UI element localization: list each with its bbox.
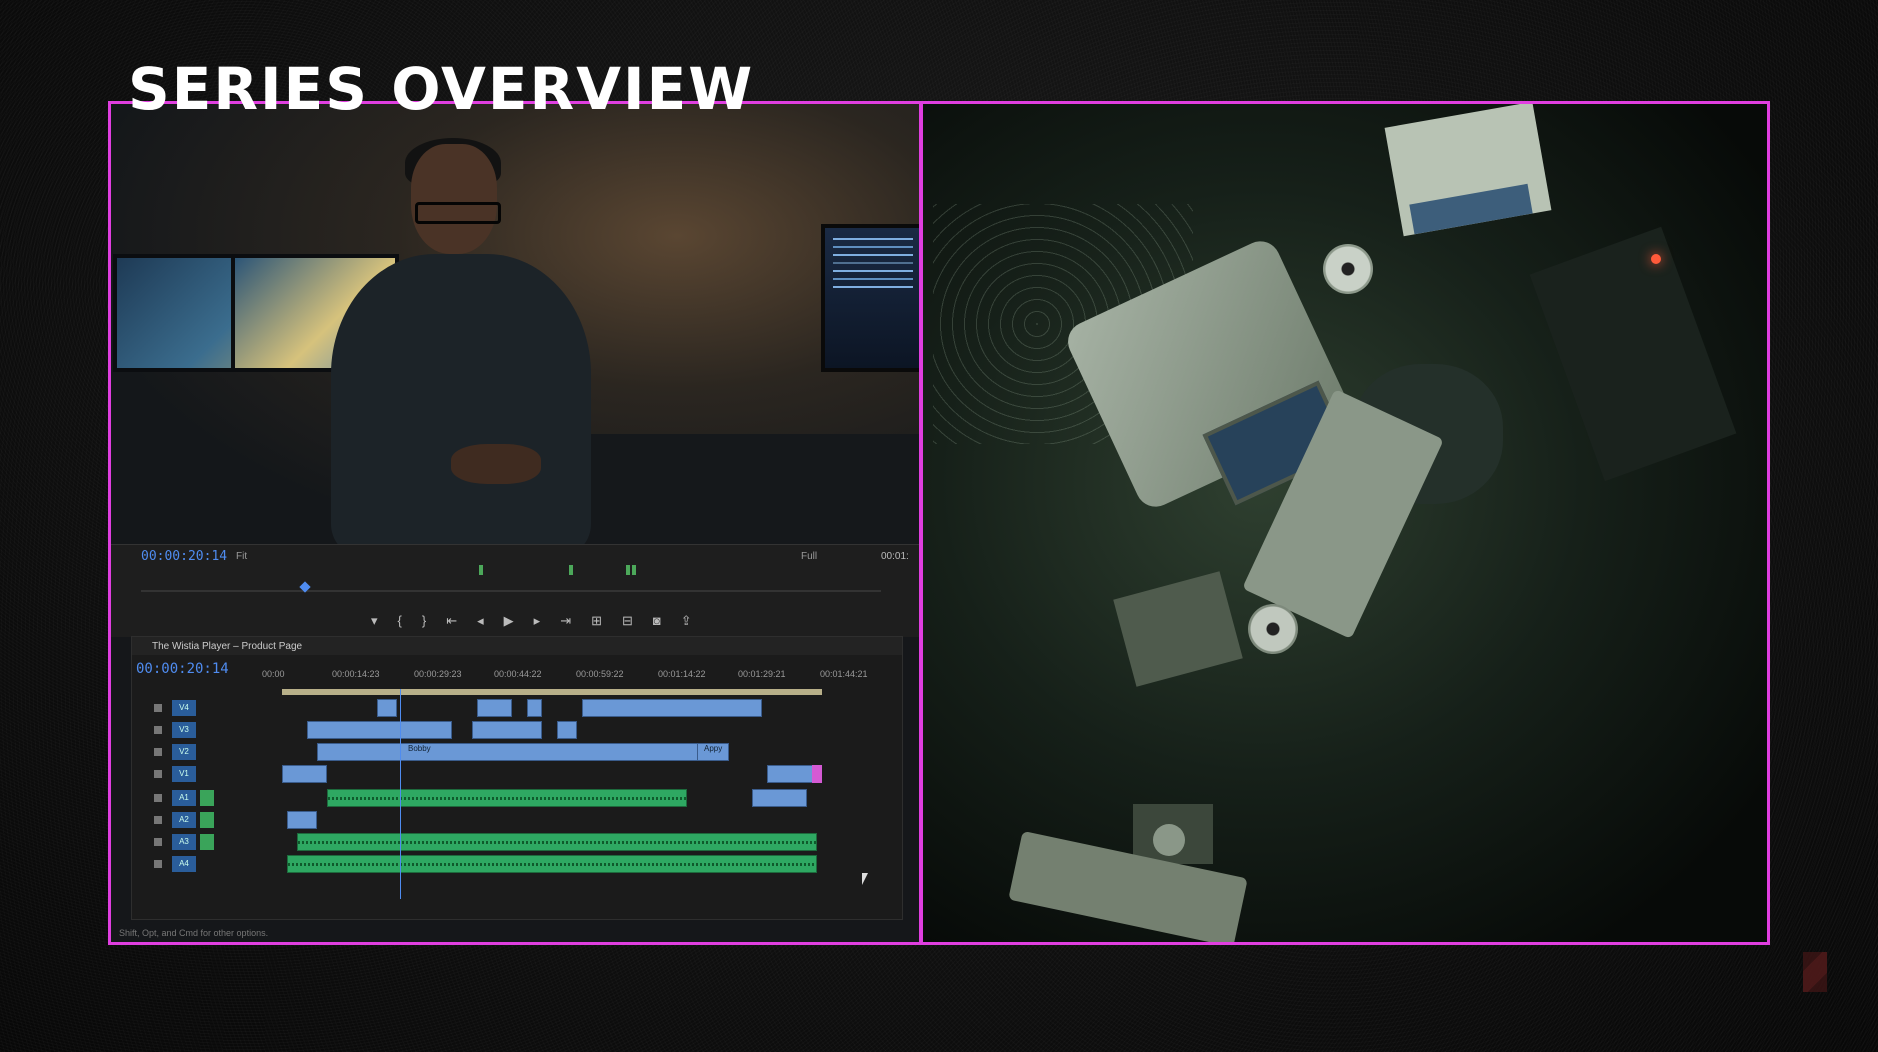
marker xyxy=(479,565,483,575)
netflix-logo-icon xyxy=(1803,952,1827,992)
share-icon[interactable]: ⇪ xyxy=(681,613,692,631)
video-clip[interactable] xyxy=(377,699,397,717)
video-clip[interactable] xyxy=(527,699,542,717)
track-label[interactable]: A2 xyxy=(172,812,196,828)
timeline-timecode[interactable]: 00:00:20:14 xyxy=(136,661,229,677)
track-label[interactable]: A4 xyxy=(172,856,196,872)
status-hint: Shift, Opt, and Cmd for other options. xyxy=(119,928,269,938)
video-clip[interactable] xyxy=(752,789,807,807)
program-monitor-controls: 00:00:20:14 Fit Full 00:01: ▾ { } ⇤ ◂ ▶ … xyxy=(111,544,919,637)
video-clip[interactable] xyxy=(287,811,317,829)
ruler-label: 00:00:59:22 xyxy=(576,669,624,679)
go-to-out-icon[interactable]: ⇥ xyxy=(560,613,571,631)
insert-icon[interactable]: ⊞ xyxy=(591,613,602,631)
mouse-cursor-icon xyxy=(862,873,868,885)
timeline-playhead[interactable] xyxy=(400,689,401,899)
ruler-label: 00:00 xyxy=(262,669,285,679)
glasses xyxy=(415,202,501,224)
video-clip-bobby[interactable]: Bobby xyxy=(317,743,727,761)
mark-in-icon[interactable]: { xyxy=(398,613,402,631)
track-label[interactable]: A1 xyxy=(172,790,196,806)
quality-dropdown[interactable]: Full xyxy=(801,551,817,562)
export-frame-icon[interactable]: ◙ xyxy=(653,613,661,631)
program-scrubber[interactable] xyxy=(141,590,881,592)
step-forward-icon[interactable]: ▸ xyxy=(534,613,541,631)
laptop xyxy=(1113,571,1243,687)
video-clip[interactable] xyxy=(472,721,542,739)
overhead-video-panel xyxy=(920,101,1770,945)
ruler-label: 00:01:44:21 xyxy=(820,669,868,679)
timeline-panel: The Wistia Player – Product Page 00:00:2… xyxy=(131,636,903,920)
go-to-in-icon[interactable]: ⇤ xyxy=(446,613,457,631)
end-timecode: 00:01: xyxy=(881,551,909,562)
video-clip[interactable] xyxy=(557,721,577,739)
interviewee xyxy=(291,138,611,584)
transport-controls: ▾ { } ⇤ ◂ ▶ ▸ ⇥ ⊞ ⊟ ◙ ⇪ xyxy=(371,613,711,631)
video-clip[interactable] xyxy=(582,699,762,717)
ruler-label: 00:01:14:22 xyxy=(658,669,706,679)
sequence-name: The Wistia Player – Product Page xyxy=(152,641,303,652)
track-label[interactable]: A3 xyxy=(172,834,196,850)
red-indicator-light xyxy=(1651,254,1661,264)
marker xyxy=(626,565,630,575)
clip-label: Bobby xyxy=(408,744,431,753)
clip-label: Appy xyxy=(704,744,723,753)
track-label[interactable]: V3 xyxy=(172,722,196,738)
track-label[interactable]: V2 xyxy=(172,744,196,760)
video-clip[interactable] xyxy=(477,699,512,717)
track-headers: V4 V3 V2 V1 A1 A2 A3 A4 xyxy=(132,697,282,917)
video-clip[interactable] xyxy=(307,721,452,739)
interview-video xyxy=(111,104,919,584)
program-timecode[interactable]: 00:00:20:14 xyxy=(141,549,227,564)
timeline-clips: Bobby Appy xyxy=(282,689,852,917)
ruler-label: 00:00:29:23 xyxy=(414,669,462,679)
add-marker-icon[interactable]: ▾ xyxy=(371,613,378,631)
compact-disc xyxy=(1248,604,1298,654)
video-clip[interactable] xyxy=(282,765,327,783)
audio-clip[interactable] xyxy=(297,833,817,851)
step-back-icon[interactable]: ◂ xyxy=(477,613,484,631)
ruler-label: 00:00:14:23 xyxy=(332,669,380,679)
track-label[interactable]: V1 xyxy=(172,766,196,782)
audio-clip[interactable] xyxy=(327,789,687,807)
overhead-desk-scene xyxy=(923,104,1767,942)
marker xyxy=(632,565,636,575)
compact-disc xyxy=(1323,244,1373,294)
fit-dropdown[interactable]: Fit xyxy=(236,551,247,562)
work-area-bar[interactable] xyxy=(282,689,822,695)
mug xyxy=(1153,824,1185,856)
ruler-label: 00:00:44:22 xyxy=(494,669,542,679)
ruler-label: 00:01:29:21 xyxy=(738,669,786,679)
timeline-tab[interactable]: The Wistia Player – Product Page xyxy=(132,637,902,655)
overwrite-icon[interactable]: ⊟ xyxy=(622,613,633,631)
marker xyxy=(569,565,573,575)
background-monitor-code xyxy=(821,224,919,372)
video-clip-appy[interactable]: Appy xyxy=(697,743,729,761)
editor-screenshot-panel: 00:00:20:14 Fit Full 00:01: ▾ { } ⇤ ◂ ▶ … xyxy=(108,101,922,945)
play-icon[interactable]: ▶ xyxy=(504,613,514,631)
equipment-tower xyxy=(1529,226,1737,482)
audio-clip[interactable] xyxy=(287,855,817,873)
mark-out-icon[interactable]: } xyxy=(422,613,426,631)
slide-title: SERIES OVERVIEW xyxy=(128,55,755,123)
pink-clip[interactable] xyxy=(812,765,822,783)
track-label[interactable]: V4 xyxy=(172,700,196,716)
